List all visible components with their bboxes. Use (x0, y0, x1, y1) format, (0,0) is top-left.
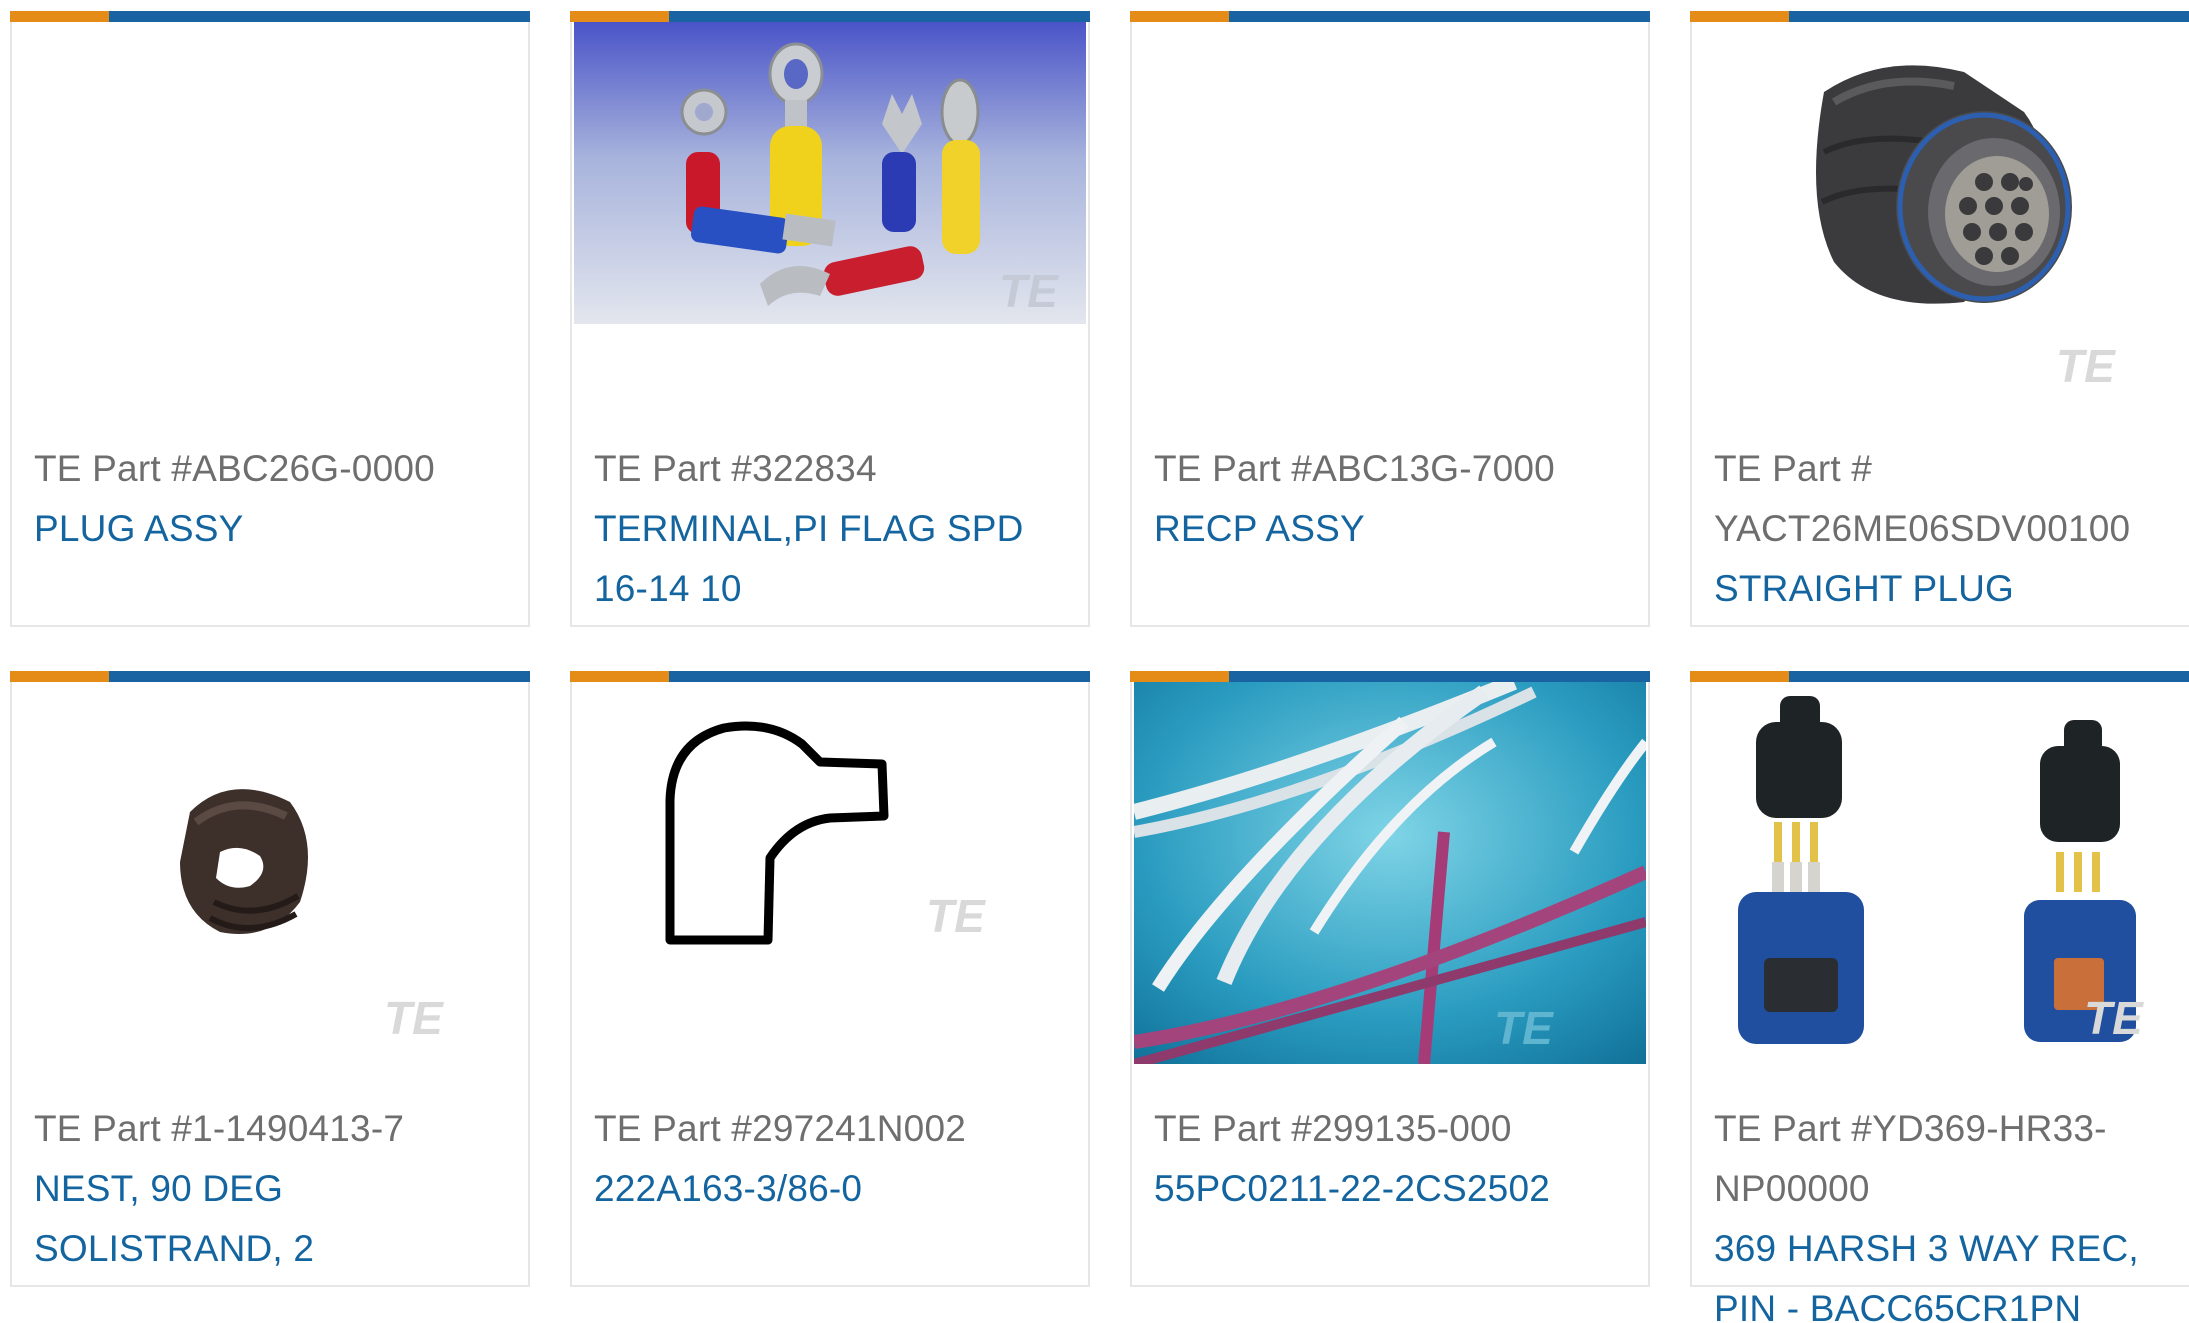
wires-photo: TE (1134, 682, 1646, 1069)
te-logo-watermark: TE (926, 890, 986, 942)
card-top-bar (570, 671, 1090, 682)
product-grid: TE Part #ABC26G-0000 PLUG ASSY TE TE Par… (0, 0, 2189, 1323)
product-image-empty[interactable] (14, 22, 526, 410)
card-top-bar (1690, 11, 2189, 22)
card-accent (570, 671, 669, 682)
product-card[interactable]: TE TE Part #297241N002 222A163-3/86-0 (570, 671, 1090, 1287)
part-number: TE Part #1-1490413-7 (34, 1108, 405, 1149)
circular-connector-photo: TE (1694, 22, 2189, 410)
te-logo-watermark: TE (999, 265, 1059, 317)
product-image[interactable]: TE (1134, 682, 1646, 1070)
product-card[interactable]: TE TE Part #322834 TERMINAL,PI FLAG SPD … (570, 11, 1090, 627)
card-top-bar (1130, 671, 1650, 682)
card-top-bar (1130, 11, 1650, 22)
card-top-bar (1690, 671, 2189, 682)
product-card[interactable]: TE TE Part #299135-000 55PC0211-22-2CS25… (1130, 671, 1650, 1287)
product-description-link[interactable]: NEST, 90 DEG SOLISTRAND, 2 (34, 1159, 514, 1279)
card-accent (1130, 671, 1229, 682)
part-number: TE Part # YACT26ME06SDV00100 (1714, 448, 2131, 549)
card-accent (10, 671, 109, 682)
product-card[interactable]: TE Part #ABC26G-0000 PLUG ASSY (10, 11, 530, 627)
part-number: TE Part #322834 (594, 448, 877, 489)
te-logo-watermark: TE (384, 992, 444, 1044)
part-number: TE Part #YD369-HR33-NP00000 (1714, 1108, 2107, 1209)
part-number: TE Part #ABC13G-7000 (1154, 448, 1555, 489)
te-logo-watermark: TE (2056, 340, 2116, 392)
crimp-nest-photo: TE (14, 682, 526, 1070)
product-image[interactable]: TE (574, 22, 1086, 410)
product-image[interactable]: TE (14, 682, 526, 1070)
product-card[interactable]: TE Part #ABC13G-7000 RECP ASSY (1130, 11, 1650, 627)
product-description-link[interactable]: 55PC0211-22-2CS2502 (1154, 1159, 1634, 1219)
product-description-link[interactable]: 369 HARSH 3 WAY REC, PIN - BACC65CR1PN (1714, 1219, 2189, 1323)
product-description-link[interactable]: 222A163-3/86-0 (594, 1159, 1074, 1219)
product-image[interactable]: TE (1694, 682, 2189, 1070)
product-image[interactable]: TE (1694, 22, 2189, 410)
part-number: TE Part #297241N002 (594, 1108, 966, 1149)
part-number: TE Part #299135-000 (1154, 1108, 1512, 1149)
product-description-link[interactable]: RECP ASSY (1154, 499, 1634, 559)
product-image-empty[interactable] (1134, 22, 1646, 410)
te-logo-watermark: TE (2084, 992, 2144, 1044)
product-description-link[interactable]: PLUG ASSY (34, 499, 514, 559)
product-card[interactable]: TE TE Part # YACT26ME06SDV00100 STRAIGHT… (1690, 11, 2189, 627)
product-description-link[interactable]: TERMINAL,PI FLAG SPD 16-14 10 (594, 499, 1074, 619)
product-card[interactable]: TE TE Part #1-1490413-7 NEST, 90 DEG SOL… (10, 671, 530, 1287)
product-card[interactable]: TE TE Part #YD369-HR33-NP00000 369 HARSH… (1690, 671, 2189, 1323)
product-image[interactable]: TE (574, 682, 1086, 1070)
card-accent (1130, 11, 1229, 22)
ring-terminals-photo: TE (574, 22, 1086, 324)
part-number: TE Part #ABC26G-0000 (34, 448, 435, 489)
card-accent (1690, 671, 1789, 682)
harsh-connector-photo: TE (1694, 682, 2189, 1070)
card-top-bar (570, 11, 1090, 22)
card-accent (1690, 11, 1789, 22)
elbow-boot-drawing: TE (574, 682, 1086, 1070)
card-top-bar (10, 11, 530, 22)
card-top-bar (10, 671, 530, 682)
card-accent (10, 11, 109, 22)
card-accent (570, 11, 669, 22)
product-description-link[interactable]: STRAIGHT PLUG (1714, 559, 2189, 619)
te-logo-watermark: TE (1494, 1002, 1554, 1054)
